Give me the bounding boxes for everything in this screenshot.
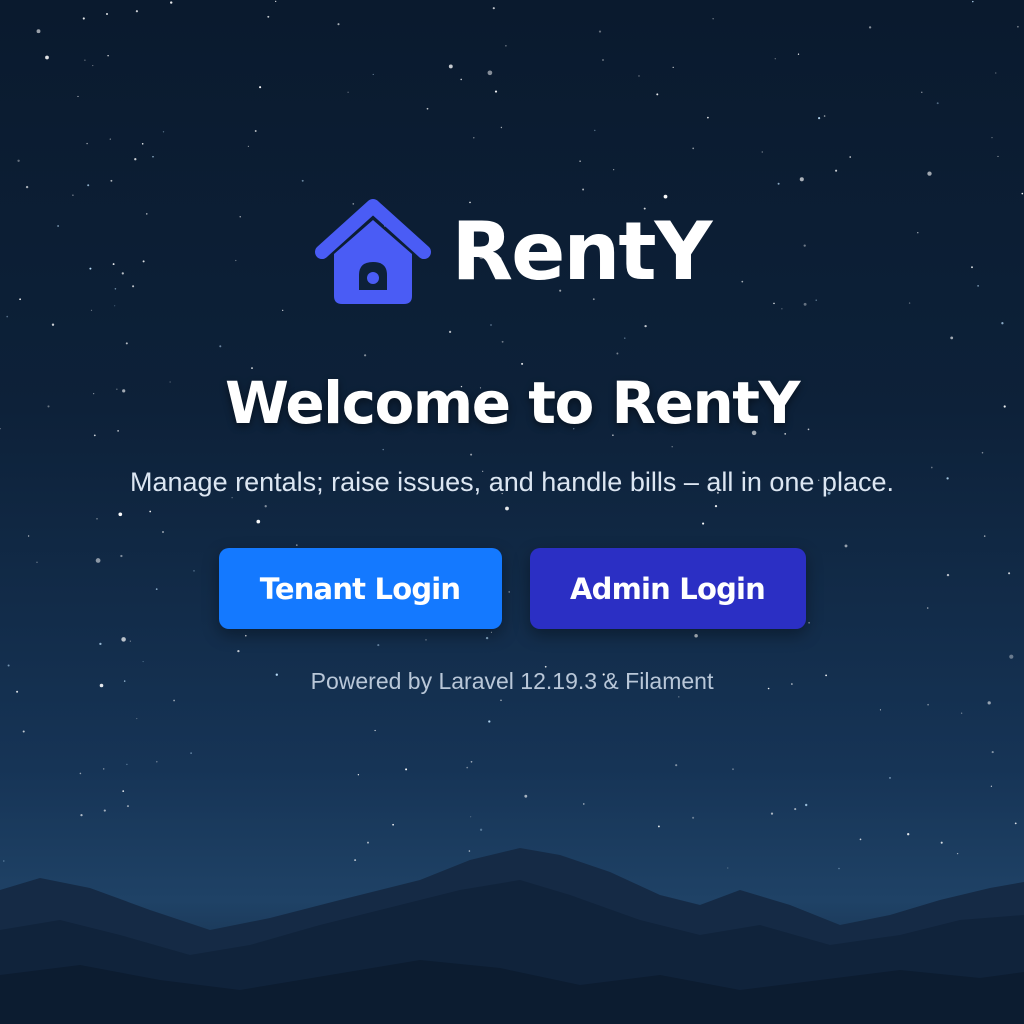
brand-name: RentY	[451, 205, 713, 298]
page-subtitle: Manage rentals; raise issues, and handle…	[130, 467, 894, 497]
admin-login-button[interactable]: Admin Login	[529, 548, 806, 629]
powered-by-footer: Powered by Laravel 12.19.3 & Filament	[310, 668, 714, 694]
page-title: Welcome to RentY	[224, 369, 801, 437]
house-icon	[314, 199, 431, 304]
login-buttons: Tenant Login Admin Login	[0, 548, 1024, 629]
tenant-login-button[interactable]: Tenant Login	[218, 548, 502, 629]
brand-logo[interactable]: RentY	[0, 198, 1024, 306]
landing-content: RentY Welcome to RentY Manage rentals; r…	[0, 0, 1024, 1024]
